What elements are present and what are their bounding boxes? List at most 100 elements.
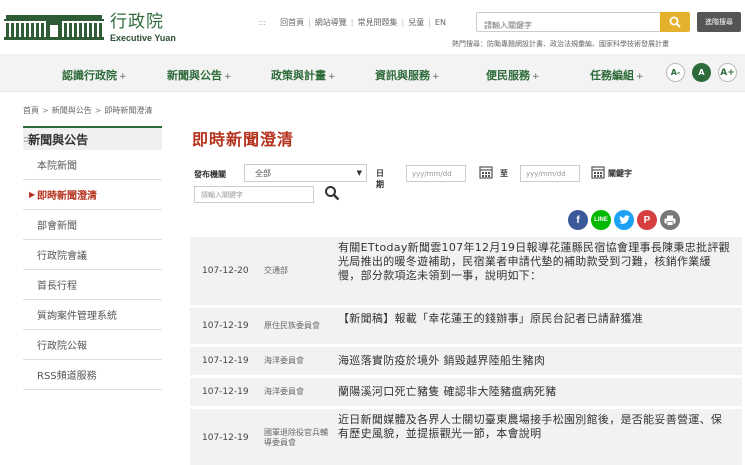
search-icon[interactable] [324, 185, 340, 201]
news-title-link[interactable]: 近日新聞媒體及各界人士關切臺東農場接手松園別館後，是否能妥善營運、保有歷史風貌，… [338, 409, 742, 465]
calendar-icon[interactable] [479, 165, 493, 179]
breadcrumb-separator: > [42, 106, 49, 115]
news-date: 107-12-20 [202, 266, 249, 276]
news-department: 交通部 [264, 266, 288, 275]
keyword-input[interactable]: 請輸入關鍵字 [194, 186, 314, 203]
news-row[interactable]: 107-12-19 海洋委員會 海巡落實防疫於境外 銷毀越界陸船生豬肉 [190, 347, 742, 375]
nav-about[interactable]: 認識行政院 + [62, 67, 127, 83]
sidebar-item-schedule[interactable]: 首長行程 [23, 270, 162, 300]
page-title: 即時新聞澄清 [192, 130, 295, 149]
news-title-link[interactable]: 蘭陽溪河口死亡豬隻 確認非大陸豬瘟病死豬 [338, 378, 742, 406]
twitter-icon[interactable] [614, 210, 634, 230]
breadcrumb-home[interactable]: 首頁 [23, 106, 39, 115]
sidebar-item-clarification[interactable]: ▶ 即時新聞澄清 [23, 180, 162, 210]
site-header: 行政院 Executive Yuan ::: 回首頁 | 網站導覽 | 常見問題… [0, 0, 745, 54]
divider: | [308, 18, 311, 27]
filter-row: 發布機關 全部 ▼ 日期 yyy/mm/dd 至 yyy/mm/dd 關鍵字 [194, 164, 632, 189]
news-row[interactable]: 107-12-20 交通部 有關ETtoday新聞雲107年12月19日報導花蓮… [190, 237, 742, 305]
divider: | [401, 18, 405, 27]
breadcrumb: 首頁 > 新聞與公告 > 即時新聞澄清 [23, 105, 152, 116]
expand-plus-icon: + [224, 72, 232, 82]
font-size-medium-button[interactable]: A [692, 63, 711, 82]
main-nav: 認識行政院 + 新聞與公告 + 政策與計畫 + 資訊與服務 + 便民服務 + 任務編組 + … [0, 54, 745, 92]
breadcrumb-separator: > [94, 106, 102, 115]
logo-chinese-text: 行政院 [110, 12, 164, 32]
expand-plus-icon: + [119, 72, 127, 82]
breadcrumb-current: 即時新聞澄清 [104, 106, 153, 115]
news-department: 原住民族委員會 [264, 321, 320, 330]
news-title-link[interactable]: 海巡落實防疫於境外 銷毀越界陸船生豬肉 [338, 347, 742, 375]
sidebar-item-interpellation[interactable]: 質詢案件管理系統 [23, 300, 162, 330]
print-icon[interactable] [660, 210, 680, 230]
search-icon [669, 16, 681, 28]
site-search-button[interactable] [660, 12, 690, 32]
nav-taskforce[interactable]: 任務編組 + [590, 67, 644, 83]
chevron-down-icon: ▼ [356, 169, 362, 177]
nav-label: 任務編組 [590, 69, 634, 82]
nav-label: 資訊與服務 [375, 69, 430, 82]
active-arrow-icon: ▶ [29, 190, 36, 199]
expand-plus-icon: + [636, 72, 644, 82]
faq-link[interactable]: 常見問題集 [358, 17, 398, 28]
expand-plus-icon: + [432, 72, 440, 82]
breadcrumb-news[interactable]: 新聞與公告 [52, 106, 92, 115]
nav-label: 認識行政院 [62, 69, 117, 82]
facebook-icon[interactable]: f [568, 210, 588, 230]
news-date: 107-12-19 [202, 356, 249, 366]
news-row[interactable]: 107-12-19 原住民族委員會 【新聞稿】報載「幸花蓮王的錢辦事」原民台記者… [190, 308, 742, 344]
news-title-link[interactable]: 【新聞稿】報載「幸花蓮王的錢辦事」原民台記者已請辭獲准 [338, 308, 742, 344]
news-list: 107-12-20 交通部 有關ETtoday新聞雲107年12月19日報導花蓮… [190, 237, 742, 465]
date-filter-label: 日期 [376, 169, 384, 189]
accesskey-marker: ::: [258, 18, 267, 27]
news-row[interactable]: 107-12-19 海洋委員會 蘭陽溪河口死亡豬隻 確認非大陸豬瘟病死豬 [190, 378, 742, 406]
site-search-input[interactable] [477, 16, 661, 35]
english-link[interactable]: EN [435, 18, 446, 27]
line-icon[interactable]: LINE [591, 210, 611, 230]
font-size-small-button[interactable]: A- [666, 63, 685, 82]
expand-plus-icon: + [328, 72, 336, 82]
keyword-filter-label: 關鍵字 [608, 169, 632, 178]
accesskey-marker: ::: [23, 133, 29, 145]
font-size-large-button[interactable]: A+ [718, 63, 737, 82]
share-toolbar: f LINE P [568, 210, 680, 230]
sidebar-item-rss[interactable]: RSS頻道服務 [23, 360, 162, 390]
sidebar-item-cabinet-meeting[interactable]: 行政院會議 [23, 240, 162, 270]
kids-link[interactable]: 兒童 [408, 17, 424, 28]
nav-label: 政策與計畫 [271, 69, 326, 82]
nav-news[interactable]: 新聞與公告 + [167, 67, 232, 83]
sidebar-item-gazette[interactable]: 行政院公報 [23, 330, 162, 360]
sidebar-item-label: 即時新聞澄清 [37, 191, 97, 202]
end-date-input[interactable]: yyy/mm/dd [520, 165, 580, 182]
expand-plus-icon: + [532, 72, 540, 82]
org-filter-label: 發布機關 [194, 169, 226, 179]
hot-keywords[interactable]: 熱門搜尋：防颱專題網設計書、政治法規彙編、國家科學技術發展計畫 [452, 39, 669, 49]
date-range-to-label: 至 [500, 169, 508, 178]
sidebar-item-ministry-news[interactable]: 部會新聞 [23, 210, 162, 240]
nav-label: 便民服務 [486, 69, 530, 82]
nav-label: 新聞與公告 [167, 69, 222, 82]
start-date-input[interactable]: yyy/mm/dd [406, 165, 466, 182]
divider: | [428, 18, 431, 27]
site-logo[interactable]: 行政院 Executive Yuan [4, 14, 176, 43]
sidebar-title: ::: 新聞與公告 [23, 126, 162, 150]
executive-yuan-building-logo [4, 14, 104, 40]
home-link[interactable]: 回首頁 [280, 17, 304, 28]
news-date: 107-12-19 [202, 321, 249, 331]
org-select[interactable]: 全部 ▼ [244, 164, 367, 182]
news-department: 國軍退除役官兵輔導委員會 [264, 428, 328, 447]
nav-info[interactable]: 資訊與服務 + [375, 67, 440, 83]
nav-services[interactable]: 便民服務 + [486, 67, 540, 83]
plurk-icon[interactable]: P [637, 210, 657, 230]
sidebar-item-ey-news[interactable]: 本院新聞 [23, 150, 162, 180]
divider: | [350, 18, 354, 27]
news-date: 107-12-19 [202, 433, 249, 443]
news-row[interactable]: 107-12-19 國軍退除役官兵輔導委員會 近日新聞媒體及各界人士關切臺東農場… [190, 409, 742, 465]
news-title-link[interactable]: 有關ETtoday新聞雲107年12月19日報導花蓮縣民宿協會理事長陳秉忠批評觀… [338, 237, 742, 305]
news-date: 107-12-19 [202, 387, 249, 397]
calendar-icon[interactable] [591, 165, 605, 179]
sitemap-link[interactable]: 網站導覽 [315, 17, 347, 28]
sidebar: ::: 新聞與公告 本院新聞 ▶ 即時新聞澄清 部會新聞 行政院會議 首長行程 質詢… [23, 126, 162, 390]
nav-policy[interactable]: 政策與計畫 + [271, 67, 336, 83]
advanced-search-button[interactable]: 進階搜尋 [697, 12, 741, 32]
logo-english-text: Executive Yuan [110, 33, 176, 43]
